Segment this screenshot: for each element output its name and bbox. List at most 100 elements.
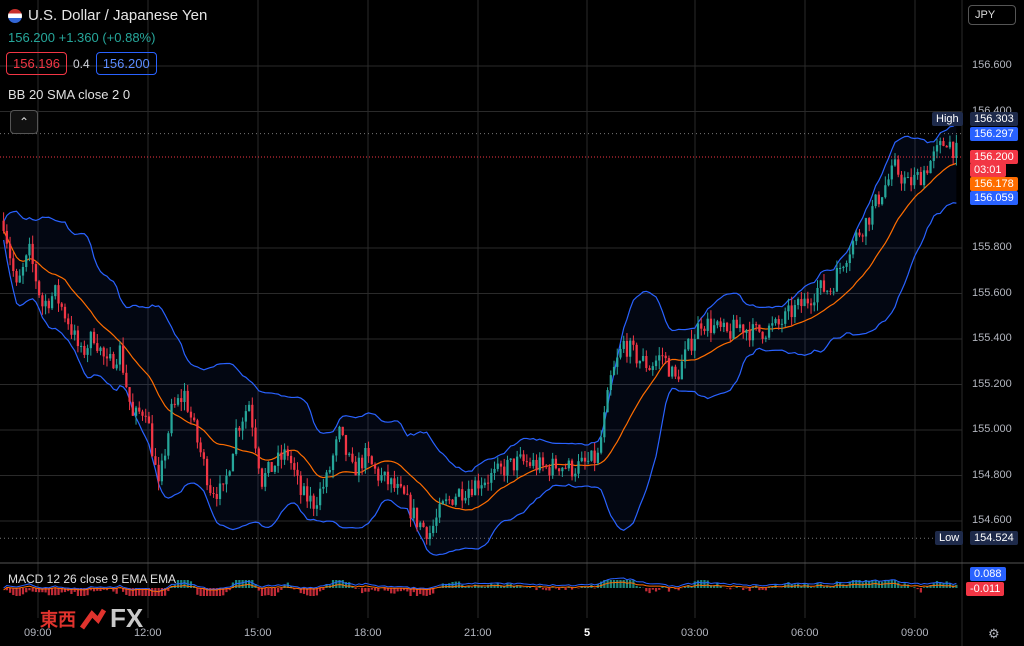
macd-hist-bar <box>25 588 28 593</box>
macd-hist-bar <box>50 588 54 596</box>
candle <box>758 324 761 333</box>
macd-hist-bar <box>564 588 567 590</box>
candle <box>205 456 209 491</box>
macd-hist-bar <box>916 588 919 590</box>
price-tick-label: 155.800 <box>972 241 1012 253</box>
candle <box>667 355 671 377</box>
macd-hist-bar <box>341 580 344 588</box>
macd-hist-bar <box>748 588 751 592</box>
macd-hist-bar <box>8 588 12 593</box>
macd-hist-bar <box>454 581 457 588</box>
settings-gear-icon[interactable]: ⚙ <box>988 626 1000 642</box>
candle <box>370 455 373 465</box>
brand-logo: 東西 FX <box>40 603 143 634</box>
macd-hist-bar <box>625 580 629 588</box>
price-tick-label: 155.400 <box>972 332 1012 344</box>
candle <box>231 453 235 472</box>
candle <box>451 499 454 506</box>
macd-hist-bar <box>267 588 270 596</box>
macd-hist-bar <box>551 587 554 588</box>
macd-hist-bar <box>638 586 642 588</box>
macd-hist-bar <box>199 588 202 596</box>
macd-hist-bar <box>651 588 654 590</box>
macd-hist-bar <box>742 588 745 591</box>
bb-indicator-legend[interactable]: BB 20 SMA close 2 0 <box>8 87 130 102</box>
symbol-legend[interactable]: U.S. Dollar / Japanese Yen <box>8 7 207 24</box>
macd-hist-bar <box>154 588 157 596</box>
macd-hist-bar <box>18 588 21 596</box>
macd-hist-bar <box>706 580 709 588</box>
price-tick-label: 155.000 <box>972 423 1012 435</box>
macd-hist-bar <box>54 588 57 596</box>
candle <box>612 360 616 376</box>
candle <box>270 461 273 472</box>
macd-hist-bar <box>15 588 18 596</box>
macd-hist-bar <box>21 588 25 595</box>
time-tick-label: 18:00 <box>354 627 382 639</box>
chevron-up-icon: ⌃ <box>18 115 30 129</box>
collapse-legend-button[interactable]: ⌃ <box>10 110 38 134</box>
symbol-title: U.S. Dollar / Japanese Yen <box>28 7 208 24</box>
macd-hist-bar <box>260 588 264 596</box>
low-value: 154.524 <box>970 531 1018 545</box>
macd-hist-bar <box>842 584 845 588</box>
macd-hist-bar <box>241 580 244 588</box>
price-tick-label: 156.600 <box>972 59 1012 71</box>
macd-hist-bar <box>645 588 648 592</box>
macd-hist-bar <box>758 588 761 591</box>
macd-hist-bar <box>373 588 377 591</box>
macd-hist-bar <box>945 581 948 588</box>
sell-button[interactable]: 156.196 <box>6 52 67 75</box>
current-price-tag: 156.200 <box>970 150 1018 164</box>
macd-hist-bar <box>822 586 826 588</box>
macd-hist-bar <box>683 586 687 588</box>
macd-hist-bar <box>693 581 696 588</box>
currency-selector[interactable]: JPY <box>968 5 1016 25</box>
price-tick-label: 154.800 <box>972 468 1012 481</box>
logo-kanji: 東西 <box>40 609 76 630</box>
macd-hist-bar <box>264 588 267 596</box>
macd-hist-bar <box>570 588 574 590</box>
macd-hist-bar <box>28 588 31 591</box>
macd-hist-bar <box>658 588 661 590</box>
macd-hist-bar <box>151 588 154 596</box>
macd-hist-bar <box>735 587 738 588</box>
price-chart[interactable] <box>0 0 1024 646</box>
upper-band-tag: 156.297 <box>970 127 1018 141</box>
macd-hist-bar <box>919 588 922 593</box>
macd-hist-bar <box>280 588 283 590</box>
macd-hist-bar <box>809 586 813 588</box>
logo-fx: FX <box>110 603 144 633</box>
time-tick-label: 03:00 <box>681 627 709 639</box>
macd-hist-bar <box>270 588 273 596</box>
macd-hist-bar <box>545 588 548 591</box>
us-jp-flag-icon <box>8 8 22 23</box>
macd-hist-bar <box>900 586 903 588</box>
macd-hist-bar <box>483 586 486 588</box>
candle <box>929 160 932 174</box>
macd-hist-bar <box>470 587 474 588</box>
macd-hist-bar <box>367 588 370 592</box>
macd-hist-bar <box>619 580 622 588</box>
macd-hist-bar <box>322 588 325 590</box>
low-label: Low <box>935 531 964 545</box>
candle <box>402 485 406 495</box>
trade-panel: 156.196 0.4 156.200 <box>6 52 157 75</box>
macd-hist-bar <box>745 588 748 589</box>
macd-hist-bar <box>629 580 632 588</box>
macd-hist-bar <box>493 584 496 588</box>
buy-button[interactable]: 156.200 <box>95 52 157 75</box>
macd-hist-bar <box>654 588 658 592</box>
price-tick-label: 155.200 <box>972 377 1012 390</box>
macd-hist-bar <box>922 587 926 588</box>
macd-hist-bar <box>183 580 186 588</box>
macd-hist-bar <box>31 588 34 592</box>
high-value: 156.303 <box>970 112 1018 126</box>
macd-indicator-legend[interactable]: MACD 12 26 close 9 EMA EMA <box>8 572 176 586</box>
macd-signal-tag: -0.011 <box>966 582 1005 596</box>
candle <box>409 492 412 527</box>
candle <box>134 405 138 425</box>
lower-band-tag: 156.059 <box>970 191 1018 205</box>
candle <box>687 338 690 352</box>
macd-hist-bar <box>609 580 612 588</box>
